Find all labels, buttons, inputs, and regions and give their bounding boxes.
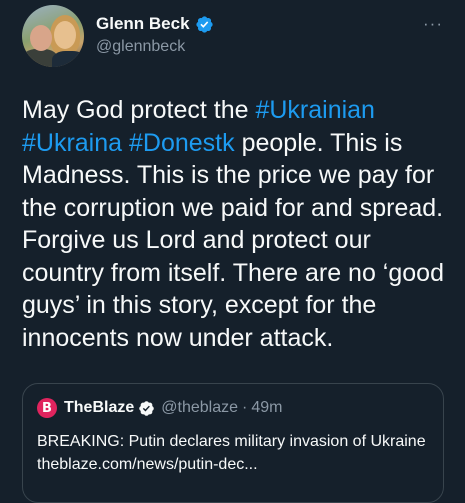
hashtag-link[interactable]: #Ukrainian [255, 96, 375, 124]
theblaze-logo-icon[interactable]: B [37, 398, 57, 418]
theblaze-logo-letter: B [42, 400, 52, 416]
quoted-tweet-text: BREAKING: Putin declares military invasi… [37, 433, 426, 473]
avatar-face-right [54, 21, 76, 49]
author-display-name[interactable]: Glenn Beck [96, 14, 190, 34]
avatar-person-right [52, 51, 84, 67]
author-handle[interactable]: @glennbeck [96, 38, 185, 56]
avatar-face-left [30, 25, 52, 51]
tweet-text: May God protect the #Ukrainian #Ukraina … [22, 94, 452, 354]
tweet-text-segment [122, 129, 129, 157]
quoted-tweet-card[interactable]: B TheBlaze @theblaze · 49m BREAKING: Put… [22, 383, 444, 503]
verified-badge-icon [139, 400, 155, 416]
quoted-author-name[interactable]: TheBlaze [64, 399, 134, 417]
tweet-text-segment: May God protect the [22, 96, 256, 124]
hashtag-link[interactable]: #Donestk [129, 129, 235, 157]
separator-dot: · [241, 399, 248, 416]
tweet-text-segment: people. This is Madness. This is the pri… [22, 128, 444, 352]
quoted-timestamp[interactable]: 49m [251, 399, 282, 417]
avatar[interactable] [22, 5, 84, 67]
author-name-row[interactable]: Glenn Beck [96, 14, 214, 34]
hashtag-link[interactable]: #Ukraina [22, 129, 122, 157]
quoted-author-handle[interactable]: @theblaze [161, 399, 238, 417]
more-options-icon[interactable]: ··· [423, 14, 443, 34]
quoted-tweet-header: B TheBlaze @theblaze · 49m [37, 398, 282, 418]
verified-badge-icon [195, 15, 213, 33]
